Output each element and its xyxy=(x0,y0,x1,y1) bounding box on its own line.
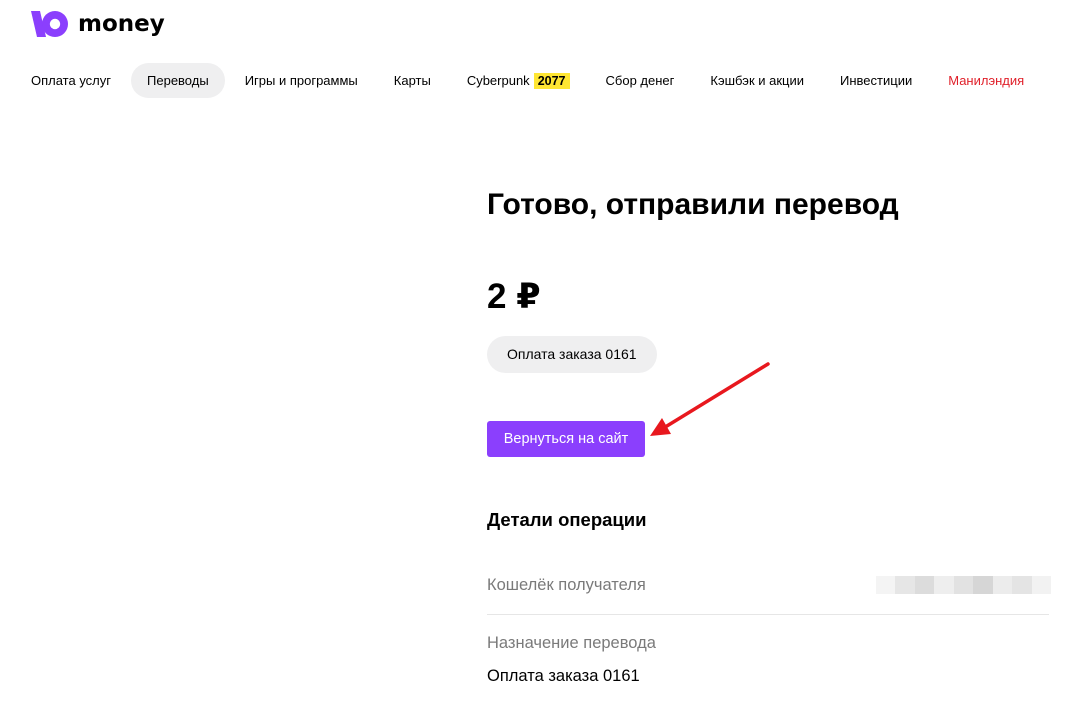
yoomoney-logo-icon xyxy=(31,11,68,37)
nav-item-cashback[interactable]: Кэшбэк и акции xyxy=(694,63,820,98)
page-title: Готово, отправили перевод xyxy=(487,188,899,221)
cyberpunk-badge: 2077 xyxy=(533,73,570,89)
purpose-chip: Оплата заказа 0161 xyxy=(487,336,657,373)
recipient-wallet-label: Кошелёк получателя xyxy=(487,576,646,594)
nav-item-cyberpunk-label: Cyberpunk xyxy=(466,73,530,88)
nav-item-payments[interactable]: Оплата услуг xyxy=(15,63,127,98)
logo-text: money xyxy=(78,11,165,37)
purpose-value: Оплата заказа 0161 xyxy=(487,667,640,685)
recipient-wallet-value-redacted xyxy=(876,576,1051,594)
purpose-label: Назначение перевода xyxy=(487,634,656,652)
nav-item-transfers[interactable]: Переводы xyxy=(131,63,225,98)
nav-item-fundraising[interactable]: Сбор денег xyxy=(590,63,691,98)
transfer-amount: 2 ₽ xyxy=(487,277,541,316)
nav-item-cyberpunk[interactable]: Cyberpunk 2077 xyxy=(451,63,586,98)
nav-item-cards[interactable]: Карты xyxy=(378,63,447,98)
return-to-site-button[interactable]: Вернуться на сайт xyxy=(487,421,645,457)
details-divider xyxy=(487,614,1049,615)
details-title: Детали операции xyxy=(487,509,647,530)
logo[interactable]: money xyxy=(31,10,165,38)
top-navigation: Оплата услуг Переводы Игры и программы К… xyxy=(15,63,1044,98)
nav-item-manilandia[interactable]: Манилэндия xyxy=(932,63,1040,98)
nav-item-games[interactable]: Игры и программы xyxy=(229,63,374,98)
nav-item-investments[interactable]: Инвестиции xyxy=(824,63,928,98)
